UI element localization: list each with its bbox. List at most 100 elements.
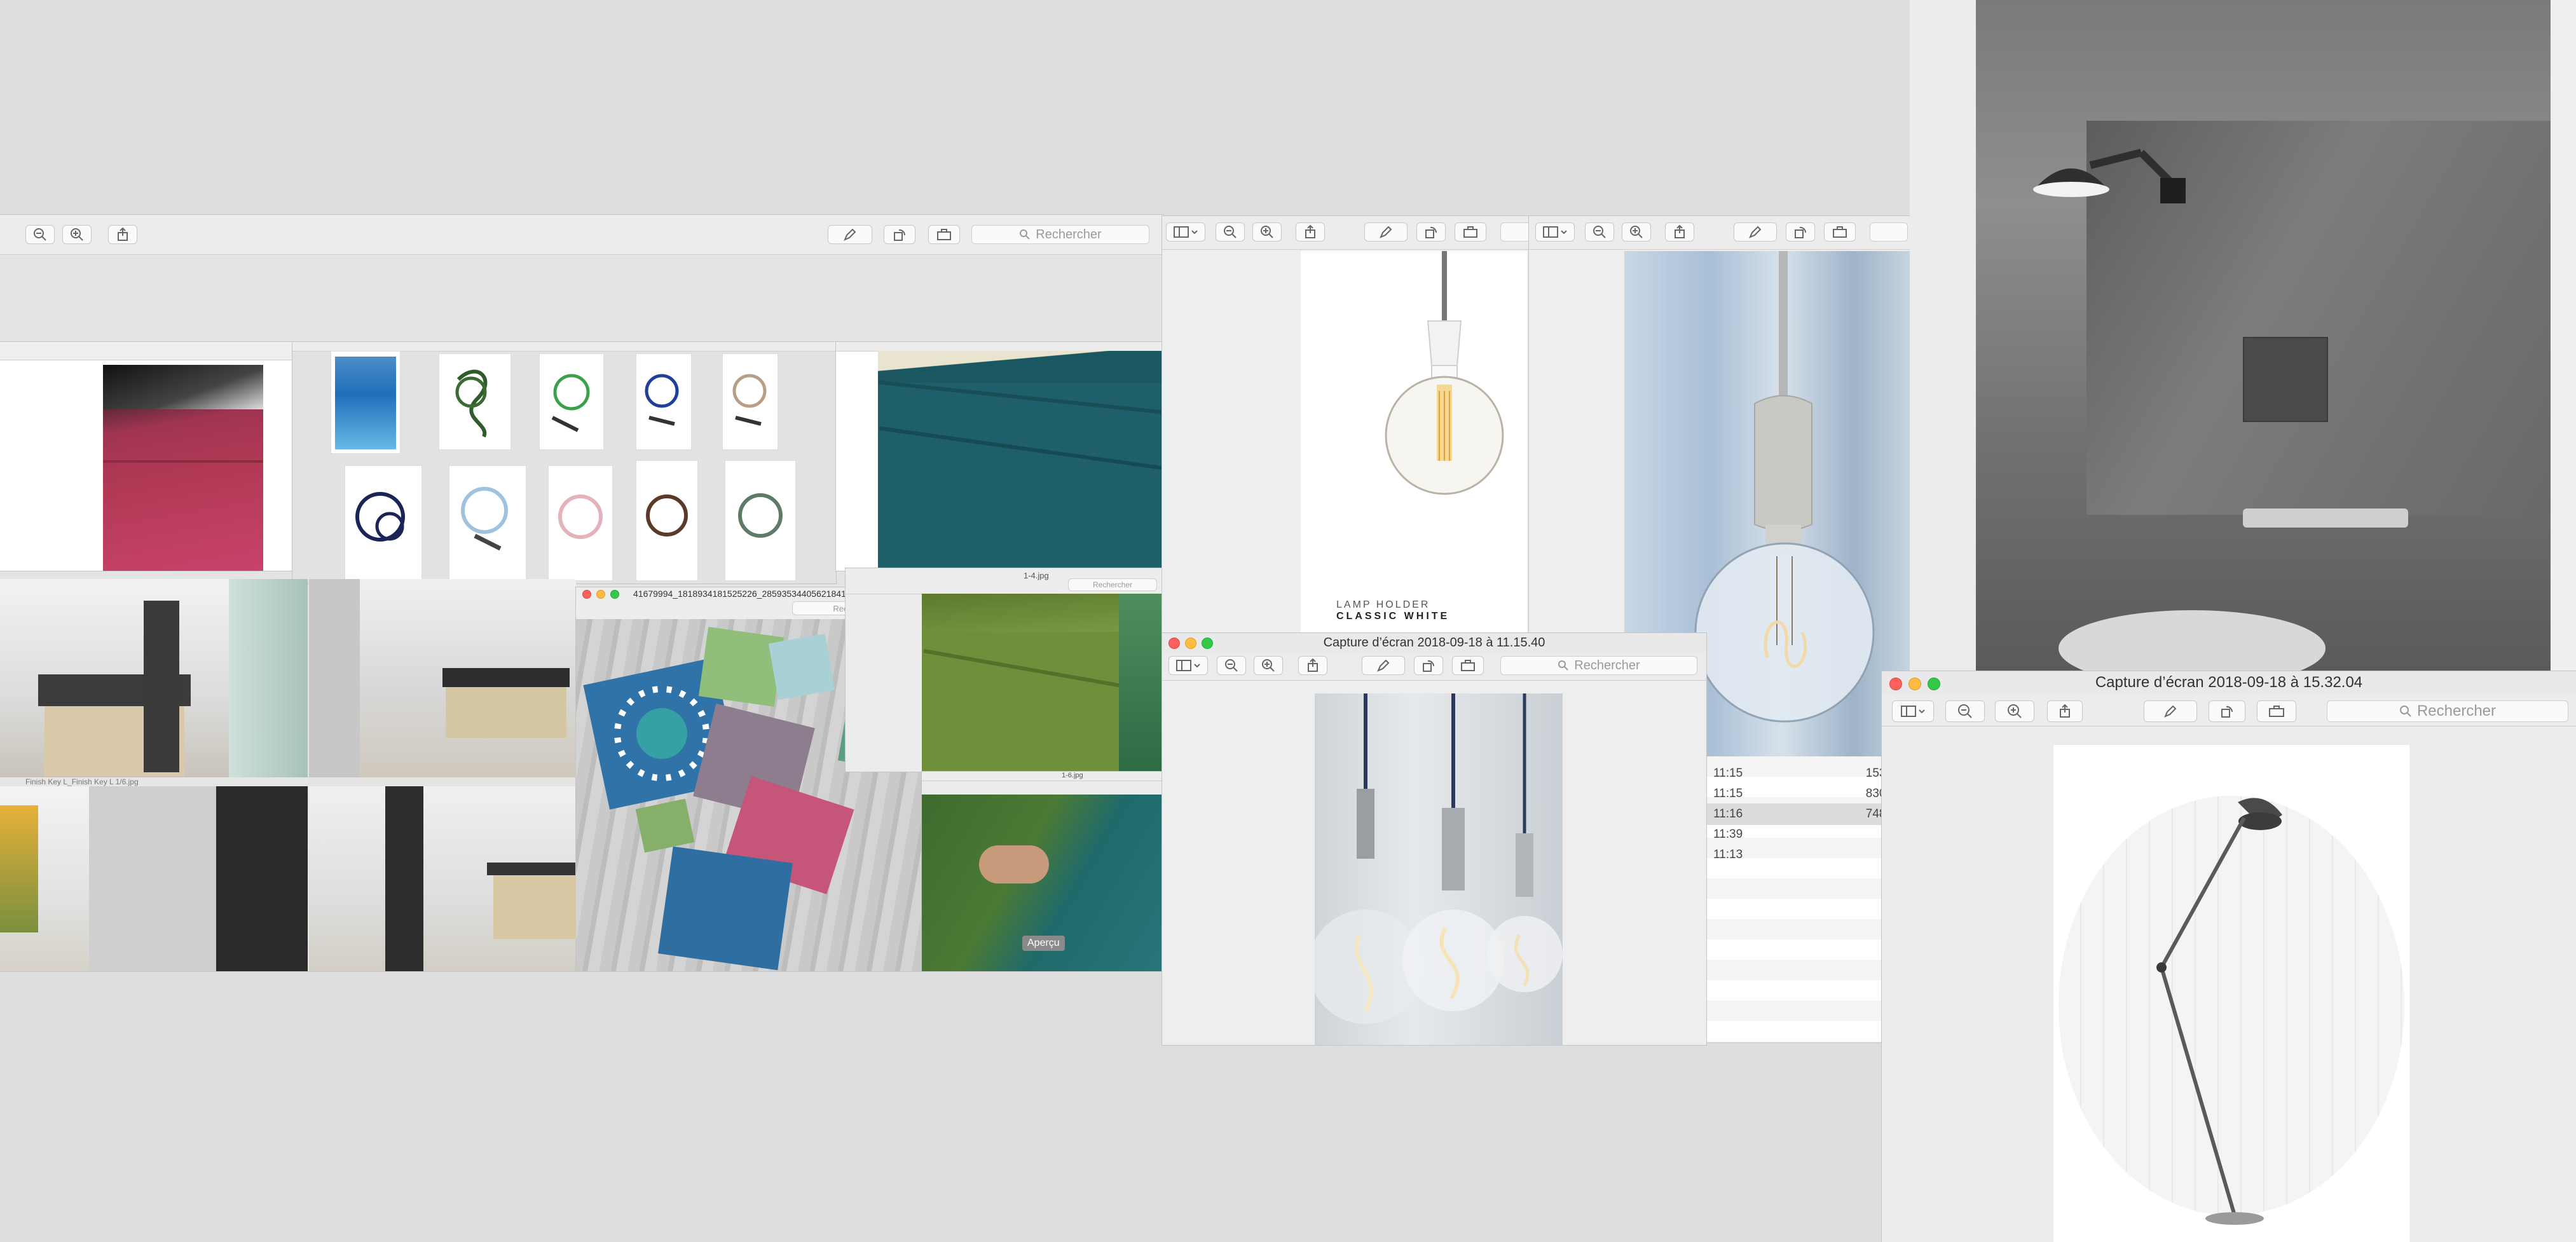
mini-toolbar: [292, 342, 836, 351]
counter-top: [442, 668, 570, 687]
close-button[interactable]: [582, 590, 591, 599]
close-button[interactable]: [1168, 638, 1180, 649]
close-button[interactable]: [1889, 678, 1902, 690]
file-row[interactable]: 11:15830 Ko: [1707, 783, 1910, 805]
share-button[interactable]: [2047, 700, 2083, 722]
zoom-button[interactable]: [1928, 678, 1940, 690]
window-autumn: [0, 805, 38, 932]
rotate-button[interactable]: [1414, 656, 1443, 675]
toolbox-button[interactable]: [1455, 222, 1486, 242]
dark-panel: [385, 786, 423, 971]
search-field[interactable]: [1870, 222, 1908, 242]
zoom-out-button[interactable]: [1217, 656, 1246, 675]
render-caption: Finish Key L_Finish Key L 1/6.jpg: [0, 777, 308, 786]
zoom-in-button[interactable]: [1254, 656, 1283, 675]
share-icon: [1675, 225, 1685, 238]
markup-button[interactable]: [1364, 222, 1408, 242]
product-card-navy-cable: [345, 465, 422, 581]
photo-kitchen-corridor: [309, 579, 576, 777]
hand-toolbar: 1-6.jpg: [922, 772, 1163, 781]
zoom-in-button[interactable]: [1622, 222, 1651, 242]
zoom-in-icon: [1262, 659, 1275, 672]
rotate-button[interactable]: [1416, 222, 1446, 242]
titlebar: Capture d’écran 2018-09-18 à 15.32.04: [1882, 671, 2576, 694]
search-field[interactable]: Rechercher: [1068, 578, 1157, 591]
markup-button[interactable]: [1362, 656, 1405, 675]
zoom-button[interactable]: [1202, 638, 1213, 649]
product-card-ocean: [331, 351, 401, 454]
file-row[interactable]: 11:39--: [1707, 824, 1910, 845]
rotate-button[interactable]: [1786, 222, 1815, 242]
file-row[interactable]: 11:15153 Ko: [1707, 763, 1910, 784]
file-row[interactable]: 11:16748 Ko: [1707, 803, 1910, 825]
share-icon: [2060, 704, 2070, 718]
share-icon: [118, 228, 128, 241]
product-caption: LAMP HOLDER CLASSIC WHITE: [1336, 599, 1449, 622]
sidebar-button[interactable]: [1166, 222, 1205, 242]
share-button[interactable]: [1298, 656, 1327, 675]
sidebar-button[interactable]: [1535, 222, 1575, 242]
toolbox-button[interactable]: [1824, 222, 1856, 242]
toolbox-button[interactable]: [1452, 656, 1484, 675]
swatch-aqua: [768, 633, 835, 700]
markup-button[interactable]: [2144, 700, 2197, 722]
share-button[interactable]: [1296, 222, 1325, 242]
rotate-button[interactable]: [2209, 700, 2245, 722]
toolbox-button[interactable]: [2257, 700, 2296, 722]
preview-window-main: Rechercher Finish Key L_Finish Key L 1/6…: [0, 215, 1163, 971]
preview-window-jielde: Capture d’écran 2018-09-18 à 15.32.04 Re…: [1882, 671, 2576, 1242]
counter-body: [493, 875, 576, 939]
photo-bathroom-lamp: [1910, 0, 2576, 674]
file-list: 11:15153 Ko 11:15830 Ko 11:16748 Ko 11:3…: [1707, 756, 1910, 1042]
ocean-thumb: [335, 357, 396, 449]
zoom-out-icon: [1593, 226, 1606, 238]
green-cable-icon: [455, 369, 488, 438]
search-field[interactable]: Rechercher: [1500, 656, 1697, 675]
preview-window-bulbs: Capture d’écran 2018-09-18 à 11.15.40 Re…: [1162, 633, 1706, 1045]
product-card-beige-cable: [722, 353, 778, 450]
search-placeholder: Rechercher: [1092, 580, 1133, 589]
window-title: Capture d’écran 2018-09-18 à 15.32.04: [2095, 674, 2363, 691]
zoom-button[interactable]: [610, 590, 619, 599]
rotate-icon: [1423, 660, 1435, 672]
rotate-icon: [894, 229, 906, 241]
search-field[interactable]: Rechercher: [2327, 700, 2568, 722]
share-button[interactable]: [1665, 222, 1694, 242]
zoom-out-button[interactable]: [25, 225, 55, 244]
photo-green-swatches: [922, 594, 1163, 772]
markup-button[interactable]: [828, 225, 872, 244]
product-card-green-cable-1: [439, 353, 511, 450]
zoom-in-button[interactable]: [62, 225, 92, 244]
search-field[interactable]: Rechercher: [971, 225, 1149, 244]
search-icon: [1558, 660, 1569, 671]
swatch-edge: [103, 460, 263, 463]
sidebar-button[interactable]: [1168, 656, 1208, 675]
zoom-in-button[interactable]: [1252, 222, 1282, 242]
zoom-out-button[interactable]: [1945, 700, 1985, 722]
photo-raspberry-swatch: [103, 365, 263, 571]
product-card-green-cable-2: [539, 353, 604, 450]
zoom-in-icon: [2008, 704, 2022, 718]
mini-window-raspberry: [0, 342, 292, 571]
photo-kitchen-counter: [309, 786, 576, 971]
share-button[interactable]: [108, 225, 137, 244]
sidebar-button[interactable]: [1892, 700, 1934, 722]
search-field[interactable]: [1500, 222, 1530, 242]
minimize-button[interactable]: [596, 590, 605, 599]
mini-toolbar: [0, 342, 292, 360]
file-row[interactable]: 11:13--: [1707, 844, 1910, 866]
minimize-button[interactable]: [1908, 678, 1921, 690]
toolbox-button[interactable]: [928, 225, 960, 244]
window-controls: [582, 590, 619, 599]
rotate-button[interactable]: [884, 225, 915, 244]
zoom-out-button[interactable]: [1585, 222, 1614, 242]
minimize-button[interactable]: [1185, 638, 1196, 649]
markup-button[interactable]: [1734, 222, 1777, 242]
sidebar-icon: [1174, 226, 1198, 238]
pen-icon: [844, 228, 856, 241]
green-toolbar: 1-4.jpg Rechercher: [846, 568, 1163, 594]
zoom-out-button[interactable]: [1216, 222, 1245, 242]
zoom-in-button[interactable]: [1995, 700, 2034, 722]
bathroom-scene: [1976, 0, 2551, 674]
product-card-brown-cable: [636, 460, 698, 581]
